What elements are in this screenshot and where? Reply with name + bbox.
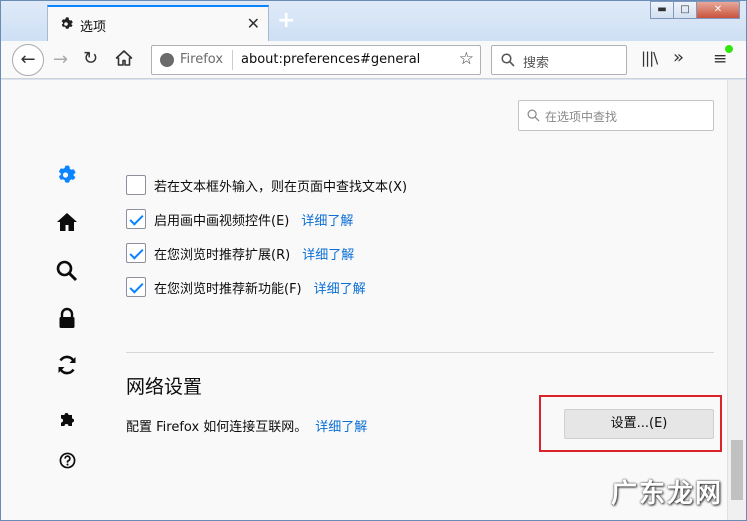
checkbox-recommend-features[interactable] [126,277,146,297]
close-window-button[interactable]: ✕ [696,1,740,19]
forward-button[interactable]: → [53,49,68,70]
sync-icon[interactable] [55,353,79,377]
window-controls: ▬ □ ✕ [650,1,740,19]
update-badge [724,44,734,54]
section-divider [126,352,714,353]
network-description-text: 配置 Firefox 如何连接互联网。 [126,420,308,435]
home-icon[interactable] [55,210,79,234]
network-learn-more-link[interactable]: 详细了解 [315,420,367,435]
url-text[interactable]: about:preferences#general [241,52,420,67]
check-label: 在您浏览时推荐新功能(F) [154,281,302,297]
back-button[interactable]: ← [12,44,44,76]
tab-preferences[interactable]: 选项 ✕ [47,5,269,41]
preferences-page: 在选项中查找 若在文本框外输入，则在页面中查找文本(X) 启用画中画视频控件(E… [1,80,727,520]
lock-icon[interactable] [55,306,79,330]
scrollbar-thumb[interactable] [731,440,743,500]
bookmark-star-icon[interactable]: ☆ [459,49,474,69]
navigation-toolbar: ← → ↻ Firefox about:preferences#general … [1,41,746,79]
check-label: 若在文本框外输入，则在页面中查找文本(X) [154,179,408,195]
highlight-annotation-box [539,395,722,452]
watermark-text: 广东龙网 [611,479,724,509]
tab-strip: 选项 ✕ + ▬ □ ✕ [1,1,746,43]
checkbox-find-in-page[interactable] [126,175,146,195]
learn-more-link[interactable]: 详细了解 [314,278,366,297]
preferences-search-input[interactable]: 在选项中查找 [518,100,714,131]
gear-icon[interactable] [55,163,79,187]
search-placeholder: 搜索 [523,56,550,71]
network-description: 配置 Firefox 如何连接互联网。 详细了解 [126,416,367,435]
library-icon[interactable]: |||\ [641,49,658,67]
check-label: 在您浏览时推荐扩展(R) [154,247,291,263]
search-icon [527,109,540,122]
url-bar[interactable]: Firefox about:preferences#general ☆ [151,45,481,75]
check-row-recommend-features[interactable]: 在您浏览时推荐新功能(F) 详细了解 [126,276,366,298]
learn-more-link[interactable]: 详细了解 [301,210,353,229]
home-icon[interactable] [115,49,133,67]
check-label: 启用画中画视频控件(E) [154,213,290,229]
new-tab-button[interactable]: + [277,7,295,35]
puzzle-icon[interactable] [58,410,76,428]
search-icon[interactable] [55,259,79,283]
maximize-button[interactable]: □ [673,1,697,19]
reload-button[interactable]: ↻ [83,48,98,69]
gear-icon [61,17,73,29]
checkbox-recommend-extensions[interactable] [126,243,146,263]
learn-more-link[interactable]: 详细了解 [302,244,354,263]
tab-close-icon[interactable]: ✕ [247,14,260,33]
preferences-search-placeholder: 在选项中查找 [545,110,618,124]
browser-window: 选项 ✕ + ▬ □ ✕ ← → ↻ Firefox about:prefere… [0,0,747,521]
search-bar[interactable]: 搜索 [491,45,627,75]
search-icon [501,53,515,67]
checkbox-pip[interactable] [126,209,146,229]
check-row-find-in-page[interactable]: 若在文本框外输入，则在页面中查找文本(X) [126,174,407,196]
overflow-menu-icon[interactable]: » [673,47,684,68]
url-identity-label: Firefox [180,52,224,67]
url-separator [232,50,233,70]
check-row-recommend-extensions[interactable]: 在您浏览时推荐扩展(R) 详细了解 [126,242,354,264]
check-row-pip[interactable]: 启用画中画视频控件(E) 详细了解 [126,208,353,230]
help-icon[interactable] [59,452,76,469]
firefox-icon [160,53,174,67]
vertical-scrollbar[interactable] [727,80,746,520]
network-settings-title: 网络设置 [126,376,203,398]
tab-title: 选项 [80,20,107,35]
minimize-button[interactable]: ▬ [650,1,674,19]
